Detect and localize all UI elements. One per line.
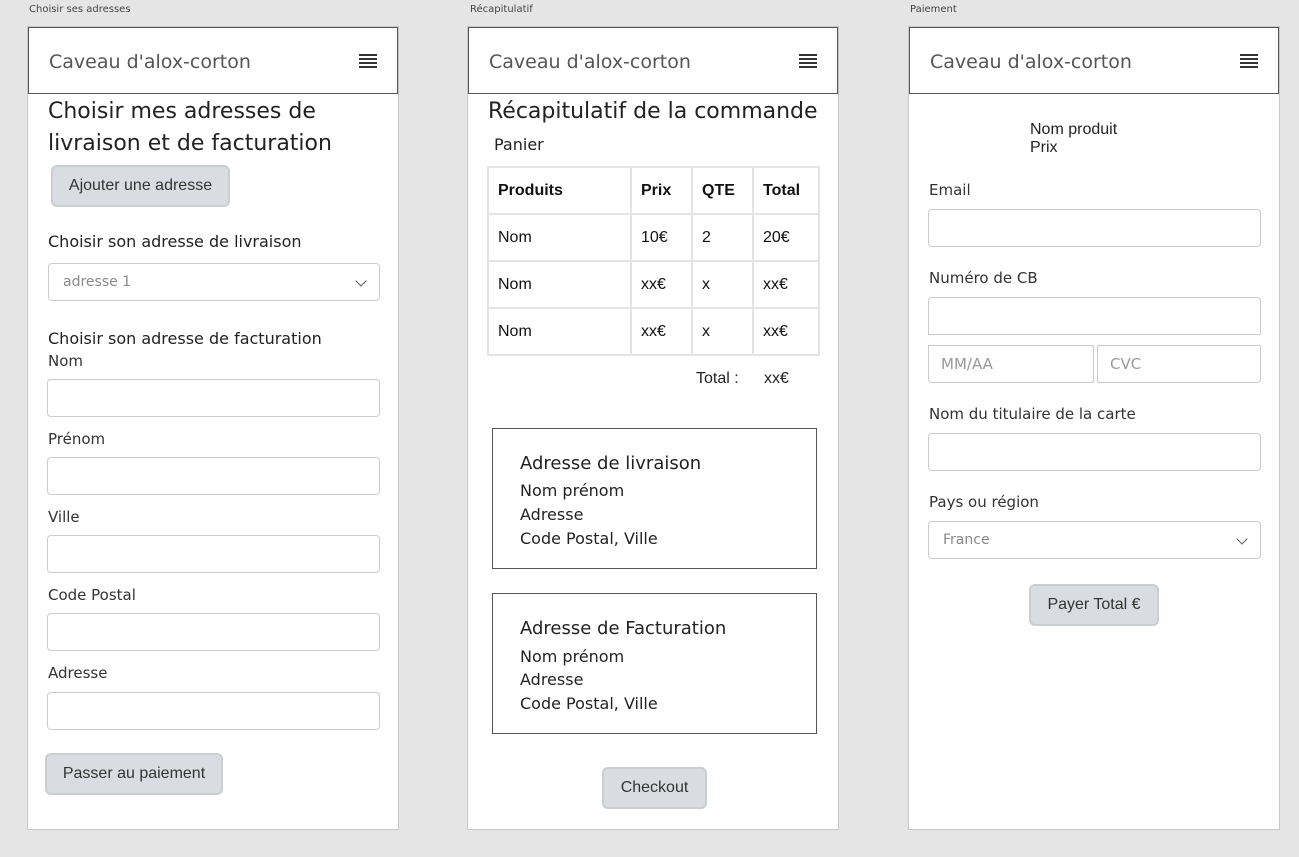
email-label: Email (929, 181, 971, 199)
total-cell: xx€ (752, 307, 820, 356)
qty-cell: 2 (691, 213, 754, 262)
add-address-button[interactable]: Ajouter une adresse (51, 165, 230, 207)
delivery-address-select[interactable]: adresse 1 (48, 263, 380, 301)
billing-card-name: Nom prénom (520, 647, 625, 666)
table-row: Nom xx€ x xx€ (487, 307, 820, 356)
app-title: Caveau d'alox-corton (489, 51, 691, 73)
price-cell: xx€ (630, 260, 693, 309)
payment-screen: Caveau d'alox-corton Nom produit Prix Em… (908, 26, 1280, 830)
total-value: xx€ (764, 370, 789, 387)
menu-icon[interactable] (1240, 54, 1258, 68)
email-input[interactable] (928, 209, 1261, 247)
menu-icon[interactable] (359, 54, 377, 68)
billing-card-city: Code Postal, Ville (520, 694, 658, 713)
nom-label: Nom (48, 352, 84, 370)
menu-icon[interactable] (799, 54, 817, 68)
frame-label-addresses: Choisir ses adresses (29, 4, 131, 15)
column-header: QTE (691, 166, 754, 215)
qty-cell: x (691, 260, 754, 309)
price-cell: 10€ (630, 213, 693, 262)
cart-table: Produits Prix QTE Total Nom 10€ 2 20€ No… (487, 166, 820, 356)
app-header: Caveau d'alox-corton (28, 27, 398, 94)
ville-input[interactable] (47, 535, 380, 573)
country-label: Pays ou région (929, 493, 1039, 511)
total-cell: 20€ (752, 213, 820, 262)
billing-card-title: Adresse de Facturation (520, 618, 727, 639)
product-cell: Nom (487, 260, 632, 309)
go-to-payment-button[interactable]: Passer au paiement (45, 753, 223, 795)
table-header-row: Produits Prix QTE Total (487, 166, 820, 215)
product-price: Prix (1030, 139, 1058, 156)
delivery-address-label: Choisir son adresse de livraison (48, 232, 302, 251)
table-row: Nom 10€ 2 20€ (487, 213, 820, 262)
qty-cell: x (691, 307, 754, 356)
billing-address-card: Adresse de Facturation Nom prénom Adress… (492, 593, 817, 734)
prenom-input[interactable] (47, 457, 380, 495)
billing-address-label: Choisir son adresse de facturation (48, 329, 322, 348)
delivery-card-name: Nom prénom (520, 481, 625, 500)
price-cell: xx€ (630, 307, 693, 356)
app-title: Caveau d'alox-corton (49, 51, 251, 73)
product-summary: Nom produit Prix (1030, 121, 1117, 157)
card-holder-input[interactable] (928, 433, 1261, 471)
column-header: Prix (630, 166, 693, 215)
product-name: Nom produit (1030, 121, 1118, 138)
column-header: Total (752, 166, 820, 215)
total-label: Total : (696, 370, 739, 387)
delivery-address-value: adresse 1 (63, 274, 132, 290)
pay-button[interactable]: Payer Total € (1029, 584, 1159, 626)
frame-label-summary: Récapitulatif (470, 4, 533, 15)
country-select[interactable]: France (928, 521, 1261, 559)
page-title: Choisir mes adresses de livraison et de … (48, 99, 332, 156)
delivery-address-card: Adresse de livraison Nom prénom Adresse … (492, 428, 817, 569)
total-cell: xx€ (752, 260, 820, 309)
column-header: Produits (487, 166, 632, 215)
chevron-down-icon (355, 275, 367, 287)
code-postal-label: Code Postal (48, 586, 136, 604)
delivery-card-title: Adresse de livraison (520, 453, 702, 474)
page-title: Récapitulatif de la commande (488, 99, 818, 124)
card-number-input[interactable] (928, 297, 1261, 335)
prenom-label: Prénom (48, 430, 106, 448)
app-header: Caveau d'alox-corton (909, 27, 1279, 94)
nom-input[interactable] (47, 379, 380, 417)
code-postal-input[interactable] (47, 613, 380, 651)
delivery-card-address: Adresse (520, 505, 584, 524)
country-value: France (943, 532, 990, 548)
adresse-label: Adresse (48, 664, 108, 682)
checkout-button[interactable]: Checkout (602, 767, 707, 809)
frame-label-payment: Paiement (910, 4, 957, 15)
billing-card-address: Adresse (520, 670, 584, 689)
delivery-card-city: Code Postal, Ville (520, 529, 658, 548)
product-cell: Nom (487, 213, 632, 262)
app-title: Caveau d'alox-corton (930, 51, 1132, 73)
addresses-screen: Caveau d'alox-corton Choisir mes adresse… (27, 26, 399, 830)
product-cell: Nom (487, 307, 632, 356)
cvc-input[interactable] (1097, 345, 1261, 383)
expiry-input[interactable] (928, 345, 1094, 383)
cart-label: Panier (494, 135, 544, 154)
app-header: Caveau d'alox-corton (468, 27, 838, 94)
chevron-down-icon (1236, 533, 1248, 545)
ville-label: Ville (48, 508, 80, 526)
adresse-input[interactable] (47, 692, 380, 730)
table-row: Nom xx€ x xx€ (487, 260, 820, 309)
summary-screen: Caveau d'alox-corton Récapitulatif de la… (467, 26, 839, 830)
card-holder-label: Nom du titulaire de la carte (929, 405, 1136, 423)
card-number-label: Numéro de CB (929, 269, 1038, 287)
